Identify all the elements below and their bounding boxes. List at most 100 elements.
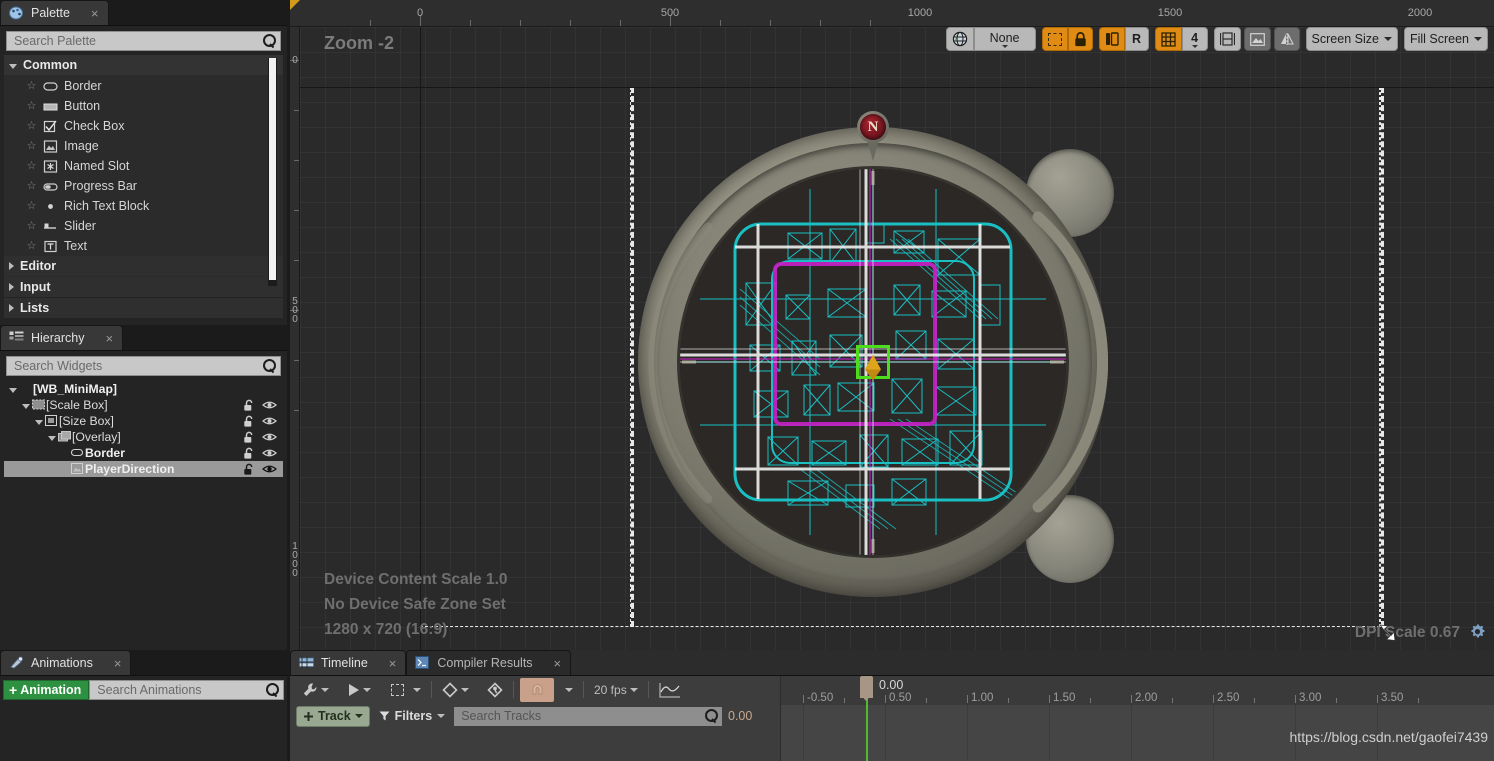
playhead-handle[interactable] — [860, 676, 873, 701]
selection-outline-icon[interactable] — [1041, 27, 1068, 51]
tab-timeline[interactable]: Timeline × — [290, 650, 407, 675]
palette-item-slider[interactable]: ☆ Slider — [4, 216, 283, 236]
lock-toggle-icon[interactable] — [242, 431, 256, 444]
layout-guides-icon[interactable] — [1213, 27, 1241, 51]
timeline-subtick — [926, 698, 927, 703]
palette-category-editor[interactable]: Editor — [4, 256, 283, 276]
close-icon[interactable]: × — [554, 657, 562, 670]
visibility-toggle-icon[interactable] — [262, 399, 277, 412]
close-icon[interactable]: × — [106, 332, 114, 345]
tab-compiler-results[interactable]: Compiler Results × — [406, 650, 572, 675]
close-icon[interactable]: × — [91, 7, 99, 20]
viewport-canvas[interactable]: Zoom -2 N Device Content Scale 1.0 No De… — [300, 27, 1494, 650]
lock-toggle-icon[interactable] — [242, 463, 256, 476]
lock-toggle-icon[interactable] — [242, 447, 256, 460]
favorite-star-icon[interactable]: ☆ — [26, 240, 37, 252]
magnet-snap-icon[interactable] — [520, 677, 554, 702]
fps-dropdown[interactable]: 20 fps — [590, 678, 642, 702]
favorite-star-icon[interactable]: ☆ — [26, 140, 37, 152]
wrench-icon[interactable] — [298, 678, 333, 702]
scale-box-icon — [32, 399, 46, 412]
add-track-label: Track — [318, 709, 351, 723]
selection-range-icon[interactable] — [387, 678, 425, 702]
grid-size-dropdown[interactable]: 4 — [1181, 27, 1208, 51]
gear-icon[interactable] — [1469, 623, 1486, 640]
visibility-toggle-icon[interactable] — [262, 463, 277, 476]
search-tracks-input[interactable]: Search Tracks — [454, 706, 722, 726]
palette-item-image[interactable]: ☆ Image — [4, 136, 283, 156]
screen-size-dropdown[interactable]: Screen Size — [1305, 27, 1398, 51]
lock-toggle-icon[interactable] — [242, 399, 256, 412]
ruler-tick — [294, 260, 299, 261]
tab-hierarchy[interactable]: Hierarchy × — [0, 325, 124, 350]
hierarchy-row-wb_minimap[interactable]: [WB_MiniMap] — [4, 381, 283, 397]
search-animations-input[interactable]: Search Animations — [89, 680, 284, 700]
favorite-star-icon[interactable]: ☆ — [26, 80, 37, 92]
visibility-toggle-icon[interactable] — [262, 415, 277, 428]
expand-chevron-icon[interactable] — [35, 419, 43, 425]
search-palette-input[interactable]: Search Palette — [6, 31, 281, 51]
timeline-subtick — [844, 698, 845, 703]
visibility-toggle-icon[interactable] — [262, 431, 277, 444]
palette-category-lists[interactable]: Lists — [4, 298, 283, 318]
favorite-star-icon[interactable]: ☆ — [26, 100, 37, 112]
add-track-button[interactable]: Track — [296, 705, 370, 727]
hierarchy-row-playerdirection[interactable]: PlayerDirection — [4, 461, 283, 477]
preview-image-icon[interactable] — [1243, 27, 1271, 51]
palette-item-button[interactable]: ☆ Button — [4, 96, 283, 116]
designer-viewport[interactable]: Zoom -2 N Device Content Scale 1.0 No De… — [290, 0, 1494, 650]
timeline-track-area[interactable]: -0.50 0.50 1.00 1.50 2.00 2.50 3.00 3.50 0.00 h… — [780, 676, 1494, 761]
timeline-subtick — [1172, 698, 1173, 703]
hierarchy-row-sizebox[interactable]: [Size Box] — [4, 413, 283, 429]
close-icon[interactable]: × — [114, 657, 122, 670]
rtl-toggle-button[interactable]: R — [1124, 27, 1149, 51]
tab-palette[interactable]: Palette × — [0, 0, 109, 25]
close-icon[interactable]: × — [389, 657, 397, 670]
fill-screen-dropdown[interactable]: Fill Screen — [1403, 27, 1488, 51]
horizontal-ruler[interactable]: 0 500 1000 1500 2000 — [290, 0, 1494, 27]
timeline-tick — [967, 695, 968, 703]
grid-snap-icon[interactable] — [1154, 27, 1182, 51]
favorite-star-icon[interactable]: ☆ — [26, 180, 37, 192]
minimap-widget-preview[interactable]: N — [638, 111, 1114, 597]
expand-chevron-icon[interactable] — [9, 387, 17, 393]
vertical-splitter[interactable] — [287, 0, 290, 761]
mirror-icon[interactable] — [1273, 27, 1300, 51]
localization-preview-icon[interactable] — [1098, 27, 1125, 51]
hierarchy-row-scalebox[interactable]: [Scale Box] — [4, 397, 283, 413]
hierarchy-row-border[interactable]: Border — [4, 445, 283, 461]
hierarchy-row-overlay[interactable]: [Overlay] — [4, 429, 283, 445]
search-widgets-input[interactable]: Search Widgets — [6, 356, 281, 376]
vertical-ruler[interactable]: 0 500 1000 — [290, 27, 300, 650]
palette-item-rich-text-block[interactable]: ☆ Rich Text Block — [4, 196, 283, 216]
snap-options-dropdown[interactable] — [561, 678, 577, 702]
palette-item-text[interactable]: ☆ Text — [4, 236, 283, 256]
palette-item-named-slot[interactable]: ☆ Named Slot — [4, 156, 283, 176]
favorite-star-icon[interactable]: ☆ — [26, 160, 37, 172]
visibility-toggle-icon[interactable] — [262, 447, 277, 460]
keyframe-icon[interactable] — [438, 678, 473, 702]
palette-category-common[interactable]: Common — [4, 55, 283, 75]
lock-toggle-icon[interactable] — [242, 415, 256, 428]
zoom-mode-dropdown[interactable]: None — [973, 27, 1036, 51]
filters-button[interactable]: Filters — [376, 706, 449, 727]
curve-editor-icon[interactable] — [655, 678, 685, 702]
lock-icon[interactable] — [1067, 27, 1093, 51]
favorite-star-icon[interactable]: ☆ — [26, 220, 37, 232]
tab-animations[interactable]: Animations × — [0, 650, 132, 675]
add-animation-button[interactable]: + Animation — [3, 680, 90, 700]
play-icon[interactable] — [343, 678, 375, 702]
keyframe-interp-icon[interactable] — [483, 678, 507, 702]
palette-item-border[interactable]: ☆ Border — [4, 76, 283, 96]
expand-chevron-icon[interactable] — [22, 403, 30, 409]
favorite-star-icon[interactable]: ☆ — [26, 200, 37, 212]
palette-scrollbar[interactable] — [268, 58, 277, 286]
expand-chevron-icon[interactable] — [48, 435, 56, 441]
palette-item-check-box[interactable]: ☆ Check Box — [4, 116, 283, 136]
favorite-star-icon[interactable]: ☆ — [26, 120, 37, 132]
palette-item-progress-bar[interactable]: ☆ Progress Bar — [4, 176, 283, 196]
palette-category-input[interactable]: Input — [4, 277, 283, 297]
timeline-gridline — [803, 705, 804, 761]
globe-icon[interactable] — [945, 27, 974, 51]
timeline-tick — [1049, 695, 1050, 703]
